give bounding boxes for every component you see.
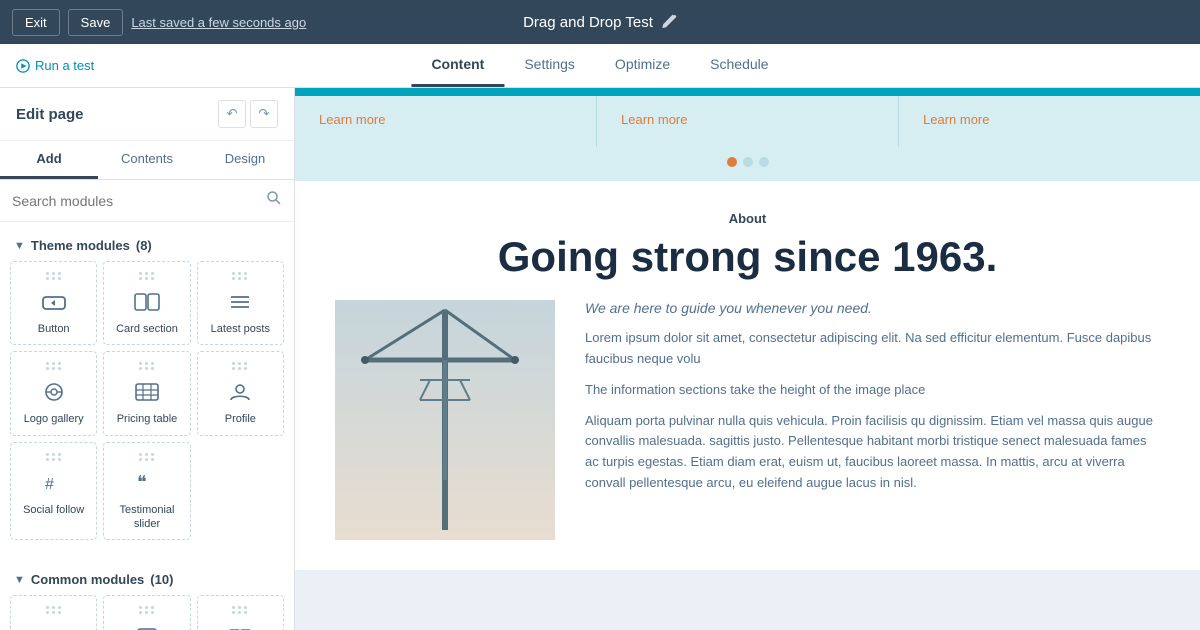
pricing-table-module-label: Pricing table <box>117 412 178 426</box>
common-module-icon-2 <box>134 622 160 630</box>
sidebar-tab-add[interactable]: Add <box>0 141 98 179</box>
svg-text:❝: ❝ <box>137 472 147 492</box>
run-test-button[interactable]: Run a test <box>16 58 94 73</box>
search-icon[interactable] <box>266 190 282 211</box>
main-tabs: Content Settings Optimize Schedule <box>411 44 788 87</box>
learn-more-link-3[interactable]: Learn more <box>923 112 1176 127</box>
carousel-section: Learn more Learn more Learn more <box>295 88 1200 181</box>
latest-posts-module-label: Latest posts <box>211 322 270 336</box>
carousel-dots <box>295 147 1200 181</box>
last-saved: Last saved a few seconds ago <box>131 15 306 30</box>
common-module-card-1[interactable] <box>10 595 97 630</box>
latest-posts-module-icon <box>227 288 253 316</box>
about-italic-text: We are here to guide you whenever you ne… <box>585 300 1160 316</box>
module-card-testimonial-slider[interactable]: ❝ Testimonial slider <box>103 442 190 541</box>
module-card-pricing-table[interactable]: Pricing table <box>103 351 190 435</box>
learn-more-link-1[interactable]: Learn more <box>319 112 572 127</box>
about-heading: Going strong since 1963. <box>335 234 1160 280</box>
learn-more-link-2[interactable]: Learn more <box>621 112 874 127</box>
sidebar-tab-contents[interactable]: Contents <box>98 141 196 179</box>
module-card-card-section[interactable]: Card section <box>103 261 190 345</box>
theme-modules-header[interactable]: ▼ Theme modules (8) <box>0 232 294 261</box>
testimonial-slider-module-label: Testimonial slider <box>110 503 183 532</box>
sidebar-header: Edit page ↶ ↷ <box>0 88 294 141</box>
tab-optimize[interactable]: Optimize <box>595 44 690 87</box>
pricing-table-module-icon <box>134 378 160 406</box>
testimonial-slider-module-icon: ❝ <box>134 469 160 497</box>
save-button[interactable]: Save <box>68 9 124 36</box>
dot-3[interactable] <box>759 157 769 167</box>
search-bar <box>0 180 294 222</box>
module-card-latest-posts[interactable]: Latest posts <box>197 261 284 345</box>
profile-module-label: Profile <box>225 412 256 426</box>
social-follow-module-icon: # <box>41 469 67 497</box>
social-follow-module-label: Social follow <box>23 503 84 517</box>
common-module-icon-3 <box>227 622 253 630</box>
about-section: About Going strong since 1963. <box>295 181 1200 570</box>
about-text-content: We are here to guide you whenever you ne… <box>585 300 1160 540</box>
module-card-button[interactable]: Button <box>10 261 97 345</box>
common-modules-group: ▼ Common modules (10) <box>0 556 294 630</box>
card-section-module-icon <box>134 288 160 316</box>
svg-text:#: # <box>45 476 54 493</box>
about-para-2: The information sections take the height… <box>585 380 1160 401</box>
undo-redo-group: ↶ ↷ <box>218 100 278 128</box>
about-label: About <box>335 211 1160 226</box>
module-card-social-follow[interactable]: # Social follow <box>10 442 97 541</box>
secondbar: Run a test Content Settings Optimize Sch… <box>0 44 1200 88</box>
common-modules-count: (10) <box>150 572 173 587</box>
chevron-down-icon-2: ▼ <box>14 574 25 586</box>
undo-button[interactable]: ↶ <box>218 100 246 128</box>
about-para-3: Aliquam porta pulvinar nulla quis vehicu… <box>585 411 1160 494</box>
page-title: Drag and Drop Test <box>523 14 677 31</box>
module-card-profile[interactable]: Profile <box>197 351 284 435</box>
sidebar-edit-page-title: Edit page <box>16 106 84 123</box>
about-para-1: Lorem ipsum dolor sit amet, consectetur … <box>585 328 1160 370</box>
theme-modules-label: Theme modules <box>31 238 130 253</box>
dot-1[interactable] <box>727 157 737 167</box>
tab-schedule[interactable]: Schedule <box>690 44 788 87</box>
layout: « Edit page ↶ ↷ Add Contents Design <box>0 88 1200 630</box>
redo-button[interactable]: ↷ <box>250 100 278 128</box>
button-module-icon <box>41 288 67 316</box>
sidebar-tabs: Add Contents Design <box>0 141 294 180</box>
about-image <box>335 300 555 540</box>
edit-icon[interactable] <box>661 14 677 30</box>
common-module-card-3[interactable] <box>197 595 284 630</box>
tab-content[interactable]: Content <box>411 44 504 87</box>
common-modules-header[interactable]: ▼ Common modules (10) <box>0 566 294 595</box>
logo-gallery-module-icon <box>41 378 67 406</box>
carousel-col-3: Learn more <box>899 96 1200 147</box>
theme-modules-grid: Button Card section <box>0 261 294 546</box>
theme-modules-count: (8) <box>136 238 152 253</box>
sidebar-tab-design[interactable]: Design <box>196 141 294 179</box>
common-modules-label: Common modules <box>31 572 144 587</box>
carousel-col-1: Learn more <box>295 96 597 147</box>
topbar: Exit Save Last saved a few seconds ago D… <box>0 0 1200 44</box>
dot-2[interactable] <box>743 157 753 167</box>
tab-settings[interactable]: Settings <box>504 44 595 87</box>
card-section-module-label: Card section <box>116 322 178 336</box>
sidebar: « Edit page ↶ ↷ Add Contents Design <box>0 88 295 630</box>
carousel-col-2: Learn more <box>597 96 899 147</box>
run-test-icon <box>16 59 30 73</box>
chevron-down-icon: ▼ <box>14 240 25 252</box>
module-card-logo-gallery[interactable]: Logo gallery <box>10 351 97 435</box>
preview-wrapper: Learn more Learn more Learn more <box>295 88 1200 570</box>
about-body-row: We are here to guide you whenever you ne… <box>335 300 1160 540</box>
common-module-icon-1 <box>41 622 67 630</box>
about-header: About Going strong since 1963. <box>335 211 1160 280</box>
common-modules-grid <box>0 595 294 630</box>
logo-gallery-module-label: Logo gallery <box>24 412 84 426</box>
exit-button[interactable]: Exit <box>12 9 60 36</box>
common-module-card-2[interactable] <box>103 595 190 630</box>
button-module-label: Button <box>38 322 70 336</box>
theme-modules-group: ▼ Theme modules (8) Button <box>0 222 294 556</box>
carousel-columns: Learn more Learn more Learn more <box>295 92 1200 147</box>
search-input[interactable] <box>12 193 260 209</box>
profile-module-icon <box>227 378 253 406</box>
main-preview: Learn more Learn more Learn more <box>295 88 1200 630</box>
